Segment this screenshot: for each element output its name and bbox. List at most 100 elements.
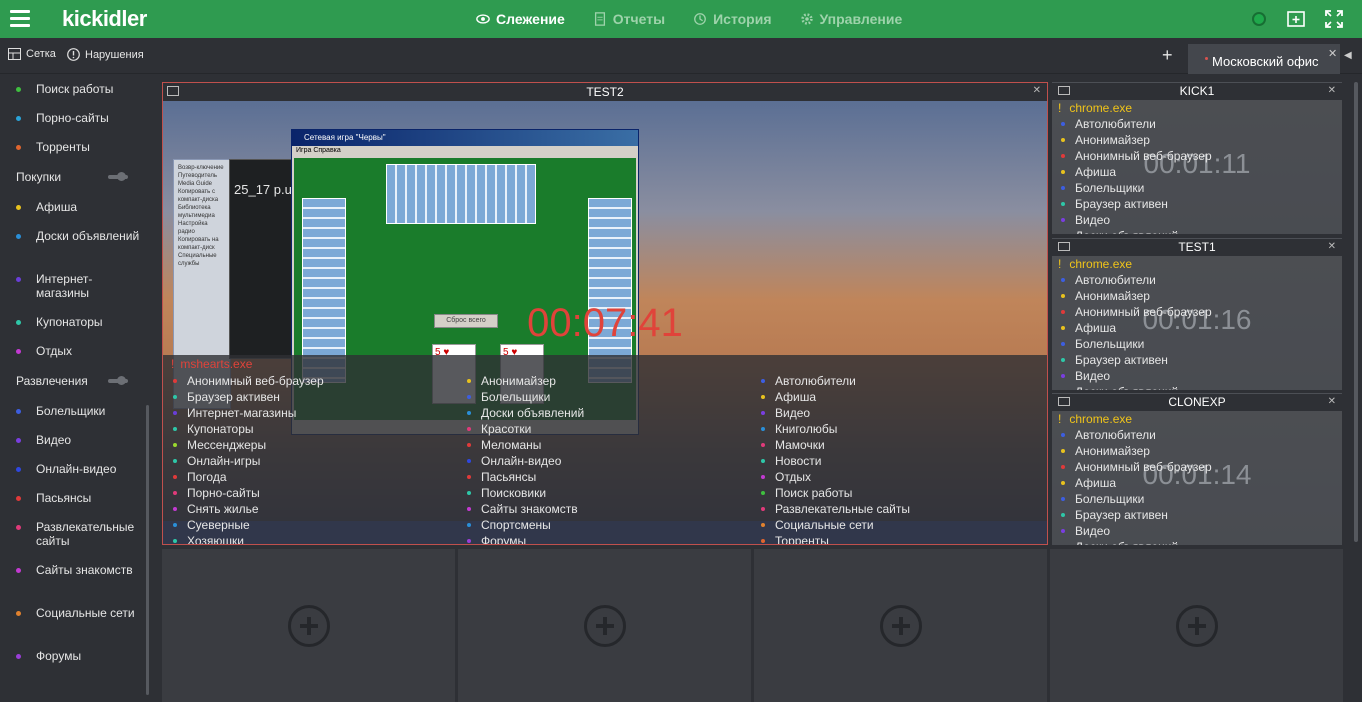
grid-button[interactable]: Сетка bbox=[8, 48, 56, 60]
category-color-dot bbox=[173, 379, 177, 383]
process-name-value: chrome.exe bbox=[1069, 257, 1133, 271]
fullscreen-icon[interactable] bbox=[1324, 9, 1344, 29]
category-label: Автолюбители bbox=[1075, 428, 1156, 442]
nav-reports[interactable]: Отчеты bbox=[593, 11, 665, 27]
screen-panel-test1[interactable]: TEST1 ✕ 00:01:16! chrome.exe Автолюбители Ано… bbox=[1052, 238, 1342, 390]
category-color-dot bbox=[16, 525, 21, 530]
session-timer-value: 00:07:41 bbox=[527, 301, 683, 345]
app-logo: kickidler bbox=[62, 6, 147, 31]
category-item: Красотки bbox=[467, 421, 747, 437]
category-color-dot bbox=[16, 277, 21, 282]
category-color-dot bbox=[1061, 497, 1065, 501]
history-icon bbox=[694, 13, 706, 25]
category-color-dot bbox=[16, 611, 21, 616]
close-icon[interactable]: ✕ bbox=[1328, 396, 1336, 407]
category-label: Торренты bbox=[775, 534, 829, 545]
add-screen-slot-3[interactable] bbox=[754, 549, 1047, 702]
monitor-icon bbox=[1058, 242, 1070, 251]
sidebar-item[interactable]: Афиша bbox=[16, 200, 141, 214]
category-color-dot bbox=[1061, 529, 1065, 533]
category-color-dot bbox=[16, 409, 21, 414]
category-color-dot bbox=[761, 507, 765, 511]
tab-moscow-office[interactable]: Московский офис bbox=[1188, 44, 1340, 74]
sidebar-item[interactable]: Форумы bbox=[16, 649, 141, 663]
sidebar-item[interactable]: Сайты знакомств bbox=[16, 563, 141, 577]
category-label: Меломаны bbox=[481, 438, 542, 452]
sidebar-item-label: Сайты знакомств bbox=[36, 563, 133, 577]
category-label: Автолюбители bbox=[775, 374, 856, 388]
sidebar-item[interactable]: Пасьянсы bbox=[16, 491, 141, 505]
monitor-icon bbox=[1058, 86, 1070, 95]
category-item: Браузер активен bbox=[173, 389, 453, 405]
sidebar-item[interactable]: Отдых bbox=[16, 344, 141, 358]
category-color-dot bbox=[16, 116, 21, 121]
add-screen-slot-4[interactable] bbox=[1050, 549, 1343, 702]
sidebar-scrollbar[interactable] bbox=[146, 405, 149, 695]
category-label: Онлайн-видео bbox=[481, 454, 562, 468]
add-folder-icon[interactable] bbox=[1286, 9, 1306, 29]
sidebar-item[interactable]: Доски объявлений bbox=[16, 229, 141, 243]
add-screen-slot-2[interactable] bbox=[458, 549, 751, 702]
category-label: Погода bbox=[187, 470, 227, 484]
nav-tracking[interactable]: Слежение bbox=[476, 11, 565, 27]
grid-label: Сетка bbox=[26, 48, 56, 60]
document-icon bbox=[594, 12, 605, 26]
group-toggle[interactable] bbox=[108, 376, 128, 385]
category-label: Мамочки bbox=[775, 438, 825, 452]
category-label: Анонимный веб-браузер bbox=[1075, 460, 1212, 474]
sidebar-item[interactable]: Интернет-магазины bbox=[16, 272, 141, 300]
close-icon[interactable]: ✕ bbox=[1328, 241, 1336, 252]
category-color-dot bbox=[1061, 481, 1065, 485]
screen-panel-clonexp[interactable]: CLONEXP ✕ 00:01:14! chrome.exe Автолюбители А… bbox=[1052, 393, 1342, 545]
sidebar-item[interactable]: Развлекательные сайты bbox=[16, 520, 141, 548]
sidebar-item-label: Социальные сети bbox=[36, 606, 135, 620]
sidebar-item[interactable]: Видео bbox=[16, 433, 141, 447]
category-label: Анонимный веб-браузер bbox=[1075, 149, 1212, 163]
add-screen-slot-1[interactable] bbox=[162, 549, 455, 702]
sidebar-item[interactable]: Социальные сети bbox=[16, 606, 141, 620]
category-item: Снять жилье bbox=[173, 501, 453, 517]
menu-icon[interactable] bbox=[10, 10, 30, 27]
sidebar-item[interactable]: Купонаторы bbox=[16, 315, 141, 329]
close-icon[interactable]: ✕ bbox=[1033, 85, 1041, 96]
category-item: Болельщики bbox=[1058, 491, 1212, 507]
category-label: Видео bbox=[775, 406, 811, 420]
close-icon[interactable]: ✕ bbox=[1328, 85, 1336, 96]
category-item: Доски объявлений bbox=[1058, 539, 1212, 545]
category-color-dot bbox=[1061, 465, 1065, 469]
close-tab-icon[interactable]: ✕ bbox=[1328, 47, 1337, 60]
add-tab-button[interactable]: + bbox=[1162, 45, 1173, 66]
category-item: Книголюбы bbox=[761, 421, 1041, 437]
category-label: Анонимный веб-браузер bbox=[1075, 305, 1212, 319]
category-item: Меломаны bbox=[467, 437, 747, 453]
violations-button[interactable]: Нарушения bbox=[67, 48, 144, 61]
sidebar-item[interactable]: Порно-сайты bbox=[16, 111, 141, 125]
nav-history[interactable]: История bbox=[693, 11, 772, 27]
sidebar-item[interactable]: Торренты bbox=[16, 140, 141, 154]
category-item: Порно-сайты bbox=[173, 485, 453, 501]
activity-list: ! chrome.exe Автолюбители Анонимайзер Аноним… bbox=[1058, 411, 1212, 545]
warning-icon: ! bbox=[1058, 101, 1062, 115]
category-item: Анонимайзер bbox=[1058, 443, 1212, 459]
group-toggle[interactable] bbox=[108, 172, 128, 181]
screen-panel-kick1[interactable]: KICK1 ✕ 00:01:11! chrome.exe Автолюбители Ано… bbox=[1052, 82, 1342, 234]
main-screen-panel[interactable]: TEST2 ✕ Возвр-ключение Путеводитель Medi… bbox=[162, 82, 1048, 545]
panel-title: TEST2 bbox=[163, 83, 1047, 101]
category-item: Пасьянсы bbox=[467, 469, 747, 485]
sidebar-item[interactable]: Болельщики bbox=[16, 404, 141, 418]
category-color-dot bbox=[1061, 326, 1065, 330]
category-color-dot bbox=[1061, 294, 1065, 298]
process-name: ! chrome.exe bbox=[1058, 256, 1212, 272]
panels-scrollbar[interactable] bbox=[1354, 82, 1358, 542]
sidebar-item[interactable]: Онлайн-видео bbox=[16, 462, 141, 476]
category-color-dot bbox=[467, 491, 471, 495]
panel-title: CLONEXP bbox=[1052, 394, 1342, 411]
category-color-dot bbox=[1061, 358, 1065, 362]
category-item: Анонимайзер bbox=[467, 373, 747, 389]
sidebar-item-label: Видео bbox=[36, 433, 72, 447]
sidebar-item-label: Пасьянсы bbox=[36, 491, 92, 505]
nav-management[interactable]: Управление bbox=[800, 11, 902, 27]
tab-scroll-icon[interactable]: ◀ bbox=[1344, 50, 1352, 61]
sidebar-item[interactable]: Поиск работы bbox=[16, 82, 141, 96]
category-color-dot bbox=[761, 523, 765, 527]
